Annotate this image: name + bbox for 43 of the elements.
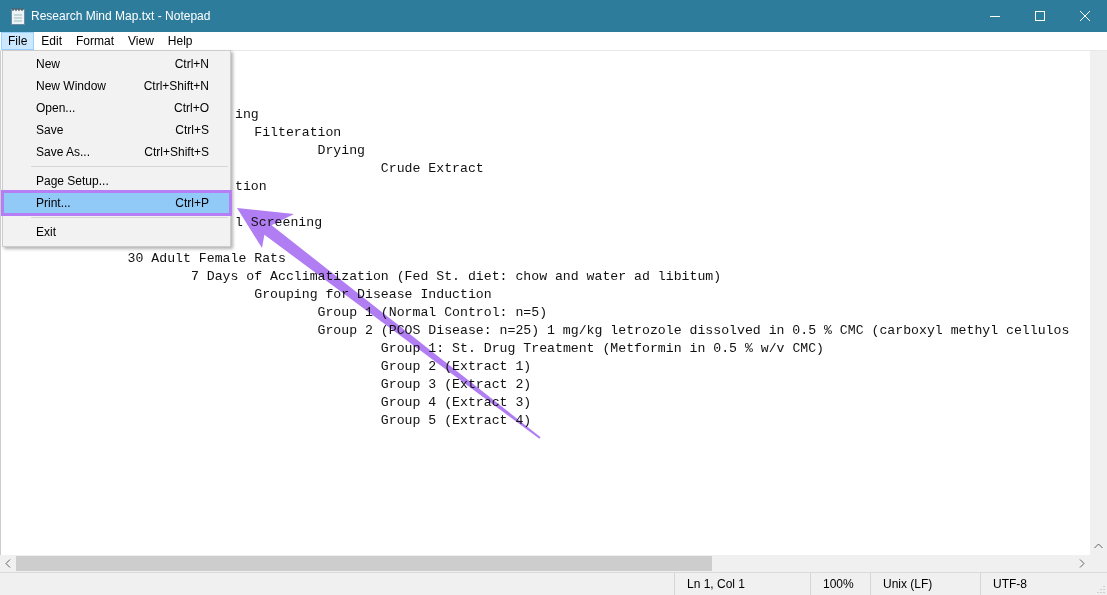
menu-item[interactable]: Format xyxy=(69,32,122,50)
zoom-level: 100% xyxy=(810,573,870,595)
text-line: Group 1 (Normal Control: n=5) xyxy=(317,305,548,320)
maximize-icon xyxy=(1034,11,1045,21)
menu-item[interactable]: View xyxy=(121,32,161,50)
cursor-position: Ln 1, Col 1 xyxy=(674,573,810,595)
menu-entry[interactable]: Open... Ctrl+O xyxy=(3,97,230,119)
text-line: Group 1: St. Drug Treatment (Metformin in 0.5 % w/v CMC) xyxy=(380,341,825,356)
menu-entry[interactable]: Save Ctrl+S xyxy=(3,119,230,141)
scroll-up-icon[interactable] xyxy=(1094,543,1103,549)
menu-entry[interactable]: Print... Ctrl+P xyxy=(3,192,230,214)
vertical-scrollbar[interactable] xyxy=(1090,51,1107,555)
menu-entry[interactable]: Page Setup... xyxy=(3,170,230,192)
text-line: Group 3 (Extract 2) xyxy=(380,377,532,392)
menu-entry[interactable]: Exit xyxy=(3,221,230,243)
scroll-left-icon[interactable] xyxy=(5,559,11,568)
text-line: Group 5 (Extract 4) xyxy=(380,413,532,428)
text-line: Crude Extract xyxy=(380,161,484,176)
menu-item[interactable]: Edit xyxy=(34,32,70,50)
text-line: Group 2 (PCOS Disease: n=25) 1 mg/kg letrozole dissolved in 0.5 % CMC (carboxyl methyl cellulos xyxy=(317,323,1070,338)
window-title: Research Mind Map.txt - Notepad xyxy=(31,9,211,23)
text-line: tion xyxy=(235,179,267,194)
text-line: Group 4 (Extract 3) xyxy=(380,395,532,410)
text-line: 7 Days of Acclimatization (Fed St. diet: chow and water ad libitum) xyxy=(190,269,722,284)
menu-entry[interactable]: New Window Ctrl+Shift+N xyxy=(3,75,230,97)
notepad-icon xyxy=(10,7,26,25)
menu-item[interactable]: File xyxy=(1,32,35,50)
scrollbar-thumb[interactable] xyxy=(16,556,712,571)
text-line: Drying xyxy=(317,143,366,158)
resize-grip-icon[interactable] xyxy=(1095,583,1105,593)
scroll-right-icon[interactable] xyxy=(1079,559,1085,568)
text-line: l Screening xyxy=(235,215,323,230)
close-icon xyxy=(1079,11,1090,21)
text-line: 30 Adult Female Rats xyxy=(127,251,286,266)
text-line: ing xyxy=(235,107,259,122)
menu-entry[interactable]: New Ctrl+N xyxy=(3,53,230,75)
line-endings: Unix (LF) xyxy=(870,573,980,595)
menu-item[interactable]: Help xyxy=(160,32,200,50)
encoding: UTF-8 xyxy=(980,573,1090,595)
text-line: Group 2 (Extract 1) xyxy=(380,359,532,374)
text-line: Grouping for Disease Induction xyxy=(254,287,492,302)
menu-entry[interactable]: Save As... Ctrl+Shift+S xyxy=(3,141,230,163)
text-line: Filteration xyxy=(254,125,342,140)
